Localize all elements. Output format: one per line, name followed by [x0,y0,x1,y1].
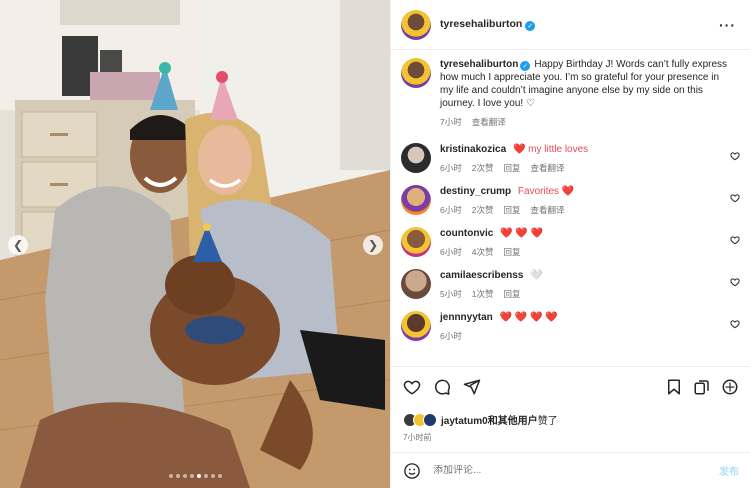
post-comment-button[interactable]: 发布 [719,463,739,478]
author-username[interactable]: tyresehaliburton ✓ [440,18,536,31]
comment-reply-link[interactable]: 回复 [503,288,520,301]
comment-row: countonvic ❤️ ❤️ ❤️ 6小时 4次赞 回复 [401,227,740,259]
comment-like-heart-icon[interactable] [730,319,740,329]
comment-list: kristinakozica ❤️ my little loves 6小时 2次赞… [401,143,740,343]
comment-row: destiny_crump Favorites ❤️ 6小时 2次赞 回复 查看翻译 [401,185,740,217]
collection-copy-icon[interactable] [693,378,711,396]
comment-text: ❤️ ❤️ ❤️ [500,228,544,239]
comment-row: jennnyytan ❤️ ❤️ ❤️ ❤️ 6小时 [401,311,740,343]
comment-time[interactable]: 5小时 [440,288,462,301]
caption-body: tyresehaliburton ✓ Happy Birthday J! Words… [440,58,740,129]
carousel-dot [217,474,222,478]
commenter-avatar[interactable] [401,185,431,215]
comment-username[interactable]: destiny_crump [440,186,511,197]
verified-badge-icon: ✓ [525,21,536,31]
comment-likes[interactable]: 2次赞 [472,162,494,175]
carousel-dot [168,474,173,478]
comment-text: Favorites ❤️ [517,186,575,197]
comment-meta: 6小时 2次赞 回复 查看翻译 [440,162,722,175]
comment-username[interactable]: kristinakozica [440,144,506,155]
comment-body: camilaescribenss 🤍 5小时 1次赞 回复 [440,269,740,301]
comment-like-heart-icon[interactable] [730,277,740,287]
carousel-dot [203,474,208,478]
next-slide-button[interactable]: ❯ [363,235,383,255]
comment-time[interactable]: 6小时 [440,204,462,217]
post-photo[interactable]: ❮ ❯ [0,0,390,488]
commenter-avatar[interactable] [401,143,431,173]
comment-username[interactable]: countonvic [440,228,493,239]
caption-time[interactable]: 7小时 [440,116,462,129]
commenter-avatar[interactable] [401,311,431,341]
comment-like-heart-icon[interactable] [730,193,740,203]
comment-likes[interactable]: 2次赞 [472,204,494,217]
comment-text: ❤️ ❤️ ❤️ ❤️ [499,312,558,323]
comment-row: kristinakozica ❤️ my little loves 6小时 2次赞… [401,143,740,175]
comment-reply-link[interactable]: 回复 [503,204,520,217]
likes-summary[interactable]: jaytatum0和其他用户赞了 [403,412,558,427]
comment-input[interactable] [433,465,719,476]
comment-translate-link[interactable]: 查看翻译 [530,204,564,217]
comment-body: kristinakozica ❤️ my little loves 6小时 2次赞… [440,143,740,175]
carousel-dot [196,474,201,478]
likes-suffix: 赞了 [537,416,558,427]
carousel-dot [189,474,194,478]
comment-composer: 发布 [391,452,750,488]
comment-body: destiny_crump Favorites ❤️ 6小时 2次赞 回复 查看翻译 [440,185,740,217]
carousel-dot [175,474,180,478]
save-bookmark-icon[interactable] [665,378,683,396]
comment-text: 🤍 [530,270,543,281]
comment-meta: 6小时 2次赞 回复 查看翻译 [440,204,722,217]
post-timestamp[interactable]: 7小时前 [403,432,431,443]
comment-body: jennnyytan ❤️ ❤️ ❤️ ❤️ 6小时 [440,311,740,343]
actions-right-group [665,378,739,396]
comment-time[interactable]: 6小时 [440,330,462,343]
comment-translate-link[interactable]: 查看翻译 [530,162,564,175]
comment-row: camilaescribenss 🤍 5小时 1次赞 回复 [401,269,740,301]
caption-avatar[interactable] [401,58,431,88]
caption-row: tyresehaliburton ✓ Happy Birthday J! Words… [401,58,740,129]
caption-translate-link[interactable]: 查看翻译 [472,116,506,129]
like-heart-icon[interactable] [403,378,421,396]
verified-badge-icon: ✓ [520,61,531,71]
comment-text: ❤️ my little loves [512,144,589,155]
carousel-indicator [0,474,390,478]
comment-like-heart-icon[interactable] [730,235,740,245]
commenter-avatar[interactable] [401,227,431,257]
comment-bubble-icon[interactable] [433,378,451,396]
share-send-icon[interactable] [463,378,481,396]
comment-meta: 5小时 1次赞 回复 [440,288,722,301]
comment-username[interactable]: jennnyytan [440,312,493,323]
carousel-dot [210,474,215,478]
likes-text: jaytatum0和其他用户赞了 [441,412,558,427]
post-detail-panel: tyresehaliburton ✓ ··· tyresehaliburton ✓ H… [390,0,750,488]
comments-scroll-area[interactable]: tyresehaliburton ✓ Happy Birthday J! Words… [391,50,750,360]
likes-first-user[interactable]: jaytatum0 [441,416,488,427]
caption-username[interactable]: tyresehaliburton [440,59,518,70]
photo-illustration [0,0,390,488]
comment-time[interactable]: 6小时 [440,162,462,175]
liker-avatar [423,412,437,427]
comment-meta: 6小时 [440,330,722,343]
comment-meta: 6小时 4次赞 回复 [440,246,722,259]
author-avatar[interactable] [401,9,431,40]
more-options-icon[interactable]: ··· [719,17,736,33]
commenter-avatar[interactable] [401,269,431,299]
emoji-icon[interactable] [403,462,421,480]
comment-username[interactable]: camilaescribenss [440,270,523,281]
author-username-text[interactable]: tyresehaliburton [440,18,522,30]
post-header: tyresehaliburton ✓ ··· [391,0,750,50]
caption-meta: 7小时 查看翻译 [440,116,732,129]
comment-reply-link[interactable]: 回复 [503,162,520,175]
comment-time[interactable]: 6小时 [440,246,462,259]
more-actions-icon[interactable] [721,378,739,396]
comment-reply-link[interactable]: 回复 [503,246,520,259]
post-actions-bar [391,366,750,406]
previous-slide-button[interactable]: ❮ [8,235,28,255]
comment-likes[interactable]: 4次赞 [472,246,494,259]
comment-likes[interactable]: 1次赞 [472,288,494,301]
comment-body: countonvic ❤️ ❤️ ❤️ 6小时 4次赞 回复 [440,227,740,259]
carousel-dot [182,474,187,478]
likes-suffix-bold[interactable]: 和其他用户 [488,416,538,427]
comment-like-heart-icon[interactable] [730,151,740,161]
